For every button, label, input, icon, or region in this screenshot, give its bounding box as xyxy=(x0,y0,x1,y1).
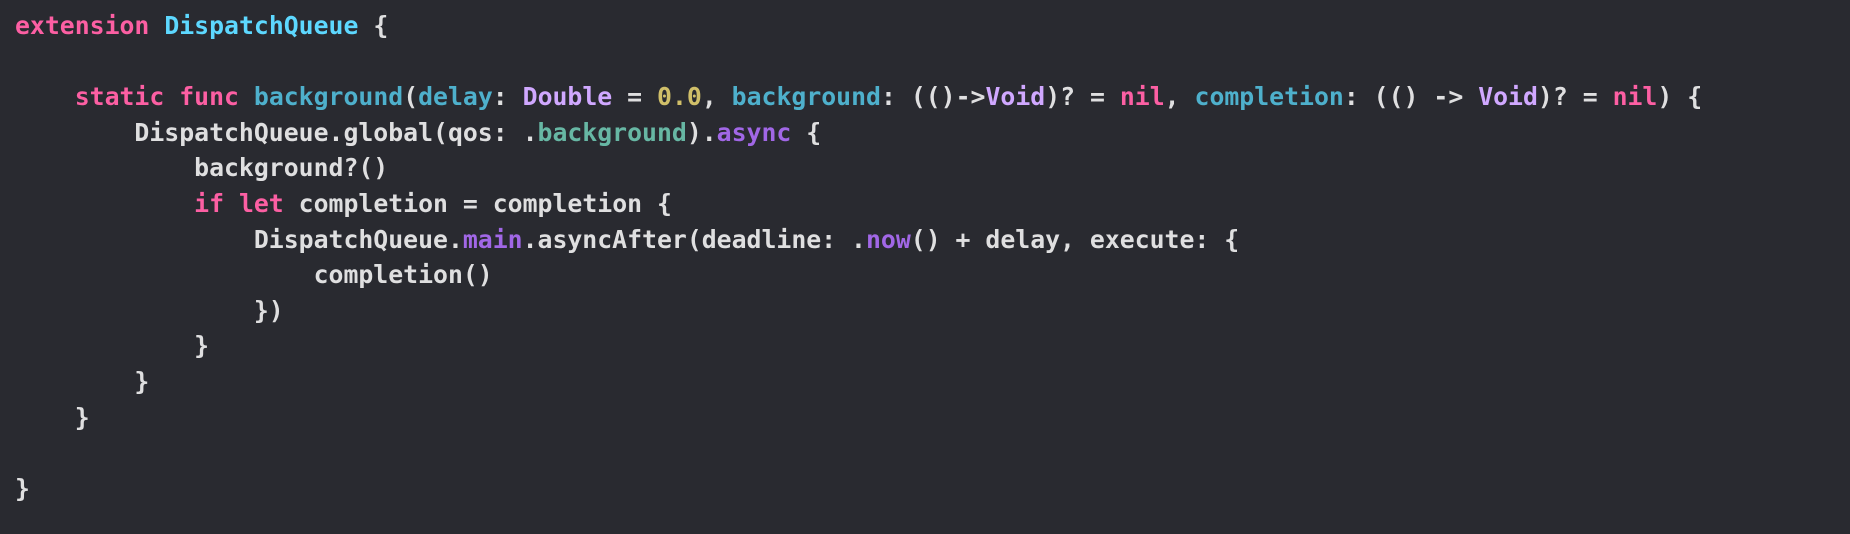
code-line[interactable]: } xyxy=(15,328,1850,364)
code-token: Void xyxy=(1478,82,1538,112)
code-token: 0.0 xyxy=(657,82,702,112)
code-token: completion() xyxy=(15,260,493,290)
code-token: , xyxy=(1164,82,1195,112)
code-token: delay xyxy=(418,82,493,112)
code-token: : (() -> xyxy=(1343,82,1479,112)
code-line[interactable]: extension DispatchQueue { xyxy=(15,8,1850,44)
code-token: } xyxy=(15,331,210,361)
code-token: ) { xyxy=(1657,82,1703,112)
code-token: , xyxy=(701,82,732,112)
code-token: { xyxy=(358,11,389,40)
code-token: } xyxy=(15,473,30,503)
code-token: )? = xyxy=(1045,82,1120,112)
code-token: extension xyxy=(15,11,150,40)
code-token: .asyncAfter(deadline: . xyxy=(522,224,866,254)
code-token: DispatchQueue xyxy=(164,11,359,40)
code-token: ). xyxy=(686,117,717,147)
code-token: : xyxy=(492,82,523,112)
code-line[interactable]: static func background(delay: Double = 0… xyxy=(15,79,1850,115)
code-token: : (()-> xyxy=(880,82,986,112)
code-token: } xyxy=(15,402,90,432)
code-token: )? = xyxy=(1537,82,1613,112)
code-token: () + delay, execute: { xyxy=(910,224,1240,254)
code-token: { xyxy=(791,117,822,147)
code-token: background xyxy=(537,117,687,147)
code-token: completion = completion { xyxy=(283,188,672,218)
code-line[interactable]: } xyxy=(15,364,1850,400)
code-token: func xyxy=(179,82,239,112)
code-line[interactable]: DispatchQueue.main.asyncAfter(deadline: … xyxy=(15,222,1850,258)
code-token: = xyxy=(612,82,658,112)
code-token: background xyxy=(253,82,404,112)
code-line[interactable] xyxy=(15,435,1850,471)
code-line[interactable]: }) xyxy=(15,293,1850,329)
code-token: DispatchQueue.global(qos: . xyxy=(15,117,538,147)
code-token: } xyxy=(15,366,150,396)
code-token: DispatchQueue. xyxy=(15,224,463,254)
code-token: nil xyxy=(1119,82,1165,112)
code-token: background xyxy=(731,82,881,112)
code-line[interactable]: background?() xyxy=(15,150,1850,186)
code-token: ( xyxy=(403,82,419,112)
code-token: main xyxy=(462,224,523,254)
code-token: Void xyxy=(985,82,1046,112)
code-token: }) xyxy=(15,295,284,325)
code-token: async xyxy=(716,117,792,147)
code-token: now xyxy=(865,224,911,254)
code-token: static xyxy=(74,82,165,112)
code-line[interactable]: } xyxy=(15,471,1850,507)
code-editor[interactable]: extension DispatchQueue { static func ba… xyxy=(0,0,1850,534)
code-token: completion xyxy=(1194,82,1344,112)
code-line[interactable]: completion() xyxy=(15,257,1850,293)
code-line[interactable]: if let completion = completion { xyxy=(15,186,1850,222)
code-line[interactable]: DispatchQueue.global(qos: .background).a… xyxy=(15,115,1850,151)
code-token: background?() xyxy=(15,153,389,183)
code-line[interactable] xyxy=(15,44,1850,80)
code-token: nil xyxy=(1612,82,1658,112)
code-token: Double xyxy=(522,82,613,112)
code-token: if xyxy=(194,188,225,218)
code-line[interactable]: } xyxy=(15,400,1850,436)
code-token: let xyxy=(238,188,284,218)
